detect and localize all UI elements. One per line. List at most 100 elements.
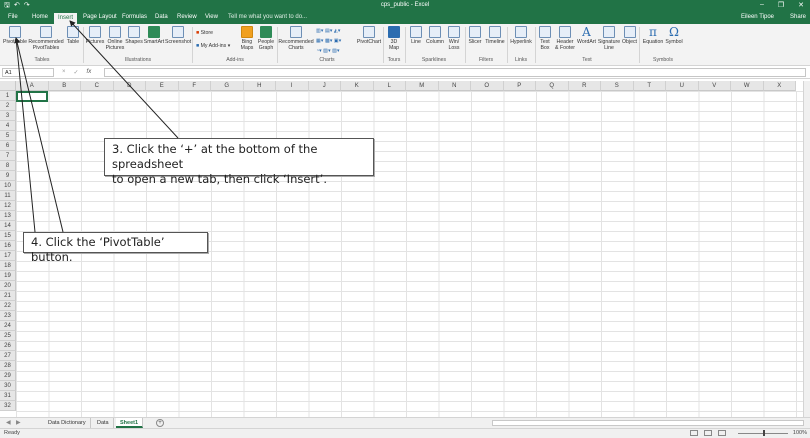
column-header[interactable]: M	[406, 81, 439, 91]
row-header[interactable]: 21	[0, 291, 16, 301]
column-header[interactable]: X	[763, 81, 796, 91]
column-header[interactable]: Q	[536, 81, 569, 91]
row-header[interactable]: 10	[0, 181, 16, 191]
sheet-tab-data[interactable]: Data	[93, 418, 114, 428]
screenshot-button[interactable]: Screenshot	[165, 26, 191, 45]
row-header[interactable]: 2	[0, 101, 16, 111]
minimize-icon[interactable]: –	[760, 1, 764, 9]
share-button[interactable]: Share	[790, 14, 806, 20]
row-header[interactable]: 31	[0, 391, 16, 401]
row-header[interactable]: 12	[0, 201, 16, 211]
row-header[interactable]: 22	[0, 301, 16, 311]
row-header[interactable]: 15	[0, 231, 16, 241]
row-header[interactable]: 32	[0, 401, 16, 411]
row-header[interactable]: 25	[0, 331, 16, 341]
row-header[interactable]: 5	[0, 131, 16, 141]
column-header[interactable]: O	[471, 81, 504, 91]
column-header[interactable]: E	[146, 81, 179, 91]
tab-file[interactable]: File	[8, 14, 18, 20]
row-header[interactable]: 24	[0, 321, 16, 331]
store-button[interactable]: ■ Store	[196, 30, 213, 36]
row-header[interactable]: 18	[0, 261, 16, 271]
slicer-button[interactable]: Slicer	[467, 26, 483, 45]
pie-chart-icon[interactable]: ◔▾ ▧▾ ▨▾	[316, 48, 340, 54]
row-header[interactable]: 17	[0, 251, 16, 261]
horizontal-scrollbar[interactable]	[492, 420, 804, 426]
row-header[interactable]: 9	[0, 171, 16, 181]
pivotchart-button[interactable]: PivotChart	[356, 26, 382, 45]
header-footer-button[interactable]: Header & Footer	[554, 26, 576, 51]
column-header[interactable]: H	[243, 81, 276, 91]
tab-page-layout[interactable]: Page Layout	[83, 14, 117, 20]
maximize-icon[interactable]: ❐	[778, 1, 784, 9]
column-header[interactable]: A	[16, 81, 49, 91]
column-header[interactable]: B	[48, 81, 81, 91]
smartart-button[interactable]: SmartArt	[143, 26, 165, 45]
function-icon[interactable]: fx	[87, 69, 92, 76]
sparkline-winloss-button[interactable]: Win/ Loss	[445, 26, 463, 51]
row-header[interactable]: 28	[0, 361, 16, 371]
close-icon[interactable]: ✕	[798, 1, 804, 9]
people-graph-button[interactable]: People Graph	[256, 26, 276, 51]
tab-data[interactable]: Data	[155, 14, 168, 20]
row-header[interactable]: 13	[0, 211, 16, 221]
tab-view[interactable]: View	[205, 14, 218, 20]
normal-view-icon[interactable]	[690, 430, 698, 436]
pivottable-button[interactable]: PivotTable	[2, 26, 28, 45]
page-layout-view-icon[interactable]	[704, 430, 712, 436]
tell-me-box[interactable]: Tell me what you want to do...	[228, 14, 307, 20]
object-button[interactable]: Object	[621, 26, 638, 45]
enter-icon[interactable]: ✓	[74, 69, 79, 76]
name-box[interactable]: A1	[2, 68, 54, 77]
row-header[interactable]: 20	[0, 281, 16, 291]
timeline-button[interactable]: Timeline	[484, 26, 506, 45]
column-header[interactable]: P	[503, 81, 536, 91]
recommended-pivottables-button[interactable]: Recommended PivotTables	[28, 26, 64, 51]
my-addins-button[interactable]: ■ My Add-ins ▾	[196, 43, 230, 49]
hyperlink-button[interactable]: Hyperlink	[508, 26, 534, 45]
table-button[interactable]: Table	[64, 26, 82, 45]
hierarchy-chart-icon[interactable]: ▦▾ ▩▾ ▣▾	[316, 38, 341, 44]
add-sheet-button[interactable]: +	[156, 419, 164, 427]
wordart-button[interactable]: A WordArt	[576, 26, 597, 45]
column-header[interactable]: U	[666, 81, 699, 91]
row-header[interactable]: 23	[0, 311, 16, 321]
shapes-button[interactable]: Shapes	[125, 26, 143, 45]
column-header[interactable]: W	[731, 81, 764, 91]
column-header[interactable]: S	[601, 81, 634, 91]
select-all-corner[interactable]	[0, 81, 16, 91]
row-header[interactable]: 1	[0, 91, 16, 101]
prev-sheet-icon[interactable]: ◀	[6, 419, 11, 426]
column-header[interactable]: D	[113, 81, 146, 91]
column-header[interactable]: G	[211, 81, 244, 91]
row-header[interactable]: 30	[0, 381, 16, 391]
sparkline-column-button[interactable]: Column	[425, 26, 445, 45]
page-break-view-icon[interactable]	[718, 430, 726, 436]
sheet-tab-sheet1[interactable]: Sheet1	[116, 418, 144, 428]
row-header[interactable]: 26	[0, 341, 16, 351]
column-chart-icon[interactable]: ▥▾ ▤▾ ◭▾	[316, 28, 341, 34]
column-header[interactable]: I	[276, 81, 309, 91]
column-header[interactable]: F	[178, 81, 211, 91]
tab-insert[interactable]: Insert	[54, 13, 78, 24]
tab-home[interactable]: Home	[32, 14, 48, 20]
selected-cell-a1[interactable]	[16, 91, 48, 102]
equation-button[interactable]: π Equation	[641, 26, 665, 45]
column-header[interactable]: N	[438, 81, 471, 91]
row-header[interactable]: 6	[0, 141, 16, 151]
textbox-button[interactable]: Text Box	[537, 26, 553, 51]
sparkline-line-button[interactable]: Line	[407, 26, 425, 45]
column-header[interactable]: L	[373, 81, 406, 91]
row-header[interactable]: 29	[0, 371, 16, 381]
symbol-button[interactable]: Ω Symbol	[665, 26, 683, 45]
column-header[interactable]: J	[308, 81, 341, 91]
row-header[interactable]: 16	[0, 241, 16, 251]
pictures-button[interactable]: Pictures	[85, 26, 105, 45]
row-header[interactable]: 14	[0, 221, 16, 231]
signature-line-button[interactable]: Signature Line	[597, 26, 621, 51]
column-header[interactable]: C	[81, 81, 114, 91]
online-pictures-button[interactable]: Online Pictures	[105, 26, 125, 51]
column-header[interactable]: T	[633, 81, 666, 91]
row-header[interactable]: 8	[0, 161, 16, 171]
formula-input[interactable]	[104, 68, 806, 77]
